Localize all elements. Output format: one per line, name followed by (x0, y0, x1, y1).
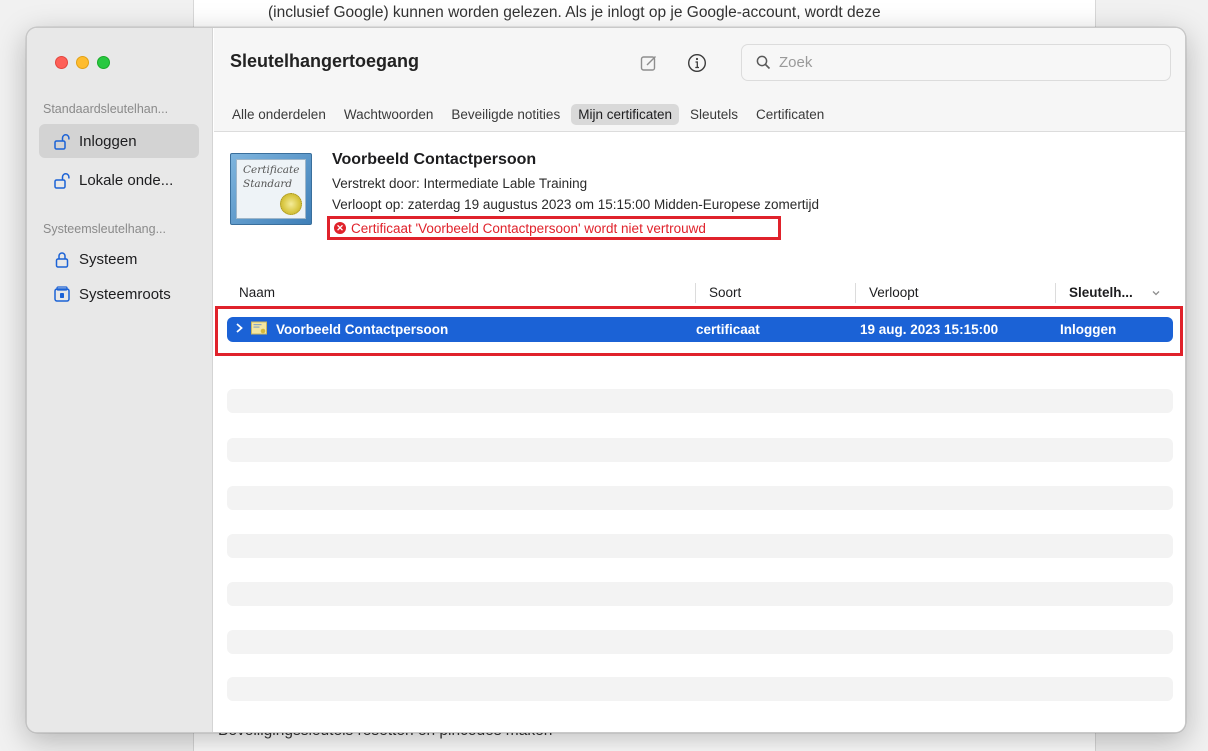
column-header-sleutelhanger[interactable]: Sleutelh... (1069, 285, 1133, 300)
tab-sleutels[interactable]: Sleutels (683, 104, 745, 125)
window-controls (55, 56, 110, 69)
sidebar-item-label: Systeemroots (79, 285, 171, 303)
unlocked-padlock-icon (53, 171, 71, 189)
empty-row (227, 389, 1173, 413)
sidebar-item-lokale-onderdelen[interactable]: Lokale onde... (39, 163, 199, 197)
table-header: Naam Soort Verloopt Sleutelh... (227, 279, 1172, 307)
tab-wachtwoorden[interactable]: Wachtwoorden (337, 104, 441, 125)
keychain-window: Standaardsleutelhan... Inloggen Lokale o… (26, 27, 1186, 733)
column-divider (1055, 283, 1056, 303)
close-button[interactable] (55, 56, 68, 69)
empty-row (227, 438, 1173, 462)
certificate-image: Certificate Standard (230, 153, 312, 225)
sidebar-item-label: Lokale onde... (79, 171, 174, 189)
main-content: Sleutelhangertoegang Zoek Alle onderdele… (214, 28, 1185, 732)
column-header-soort[interactable]: Soort (709, 285, 741, 300)
certificate-issuer: Verstrekt door: Intermediate Lable Train… (332, 176, 588, 191)
sidebar-section-system-keychains: Systeemsleutelhang... (43, 222, 166, 236)
error-icon: ✕ (334, 222, 346, 234)
column-divider (695, 283, 696, 303)
empty-row (227, 534, 1173, 558)
category-tabs: Alle onderdelen Wachtwoorden Beveiligde … (214, 98, 1185, 132)
empty-row (227, 677, 1173, 701)
zoom-button[interactable] (97, 56, 110, 69)
sidebar-item-systeem[interactable]: Systeem (39, 242, 199, 276)
sidebar: Standaardsleutelhan... Inloggen Lokale o… (27, 28, 213, 732)
tab-beveiligde-notities[interactable]: Beveiligde notities (444, 104, 567, 125)
info-icon[interactable] (686, 52, 708, 74)
sidebar-item-inloggen[interactable]: Inloggen (39, 124, 199, 158)
tab-certificaten[interactable]: Certificaten (749, 104, 831, 125)
sidebar-item-label: Inloggen (79, 132, 137, 150)
tab-alle-onderdelen[interactable]: Alle onderdelen (225, 104, 333, 125)
column-header-naam[interactable]: Naam (239, 285, 275, 300)
empty-row (227, 486, 1173, 510)
background-text-top: (inclusief Google) kunnen worden gelezen… (268, 4, 881, 21)
row-highlight-annotation (215, 306, 1183, 356)
cabinet-lock-icon (53, 285, 71, 303)
sidebar-item-label: Systeem (79, 250, 138, 268)
column-divider (855, 283, 856, 303)
empty-row (227, 630, 1173, 654)
certificate-image-subtext: Standard (243, 177, 293, 190)
certificate-trust-warning: ✕ Certificaat 'Voorbeeld Contactpersoon'… (327, 216, 781, 240)
chevron-down-icon[interactable] (1151, 286, 1161, 301)
certificate-name: Voorbeeld Contactpersoon (332, 151, 537, 168)
sidebar-item-systeemroots[interactable]: Systeemroots (39, 277, 199, 311)
column-header-verloopt[interactable]: Verloopt (869, 285, 919, 300)
search-icon (756, 55, 771, 70)
empty-row (227, 582, 1173, 606)
certificate-paper: Certificate Standard (236, 159, 306, 219)
certificate-image-text: Certificate (243, 164, 300, 176)
minimize-button[interactable] (76, 56, 89, 69)
tab-mijn-certificaten[interactable]: Mijn certificaten (571, 104, 679, 125)
compose-icon[interactable] (638, 52, 660, 74)
toolbar: Sleutelhangertoegang Zoek (214, 28, 1185, 98)
certificate-expiry: Verloopt op: zaterdag 19 augustus 2023 o… (332, 197, 820, 212)
sidebar-section-default-keychains: Standaardsleutelhan... (43, 102, 169, 116)
certificate-seal-icon (280, 193, 302, 215)
unlocked-padlock-icon (53, 132, 71, 150)
window-title: Sleutelhangertoegang (230, 51, 420, 71)
search-field[interactable]: Zoek (741, 44, 1171, 81)
certificate-warning-text: Certificaat 'Voorbeeld Contactpersoon' w… (351, 220, 706, 236)
search-placeholder: Zoek (779, 54, 813, 71)
locked-padlock-icon (53, 250, 71, 268)
